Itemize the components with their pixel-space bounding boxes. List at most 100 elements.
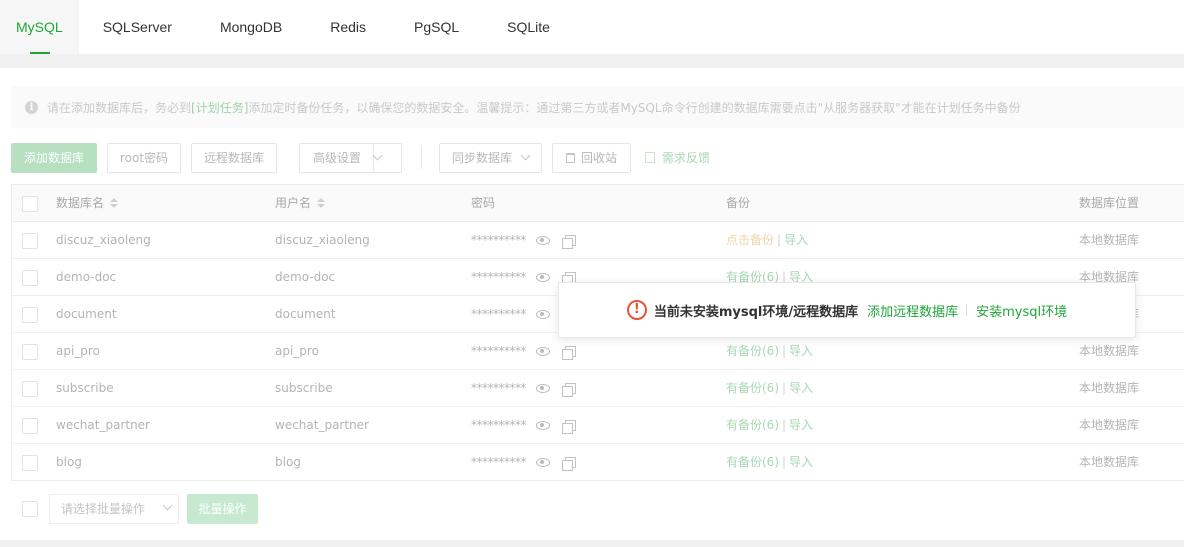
info-icon: i bbox=[25, 100, 38, 114]
backup-link[interactable]: 有备份(6) bbox=[726, 344, 779, 358]
recycle-bin-label: 回收站 bbox=[580, 151, 617, 165]
row-checkbox[interactable] bbox=[22, 233, 38, 249]
db-user: demo-doc bbox=[275, 270, 336, 284]
db-location: 本地数据库 bbox=[1079, 455, 1140, 469]
row-checkbox[interactable] bbox=[22, 418, 38, 434]
tab-redis[interactable]: Redis bbox=[306, 0, 390, 54]
add-remote-db-link[interactable]: 添加远程数据库 bbox=[867, 301, 958, 320]
advanced-settings-label: 高级设置 bbox=[313, 151, 362, 165]
tab-mongodb[interactable]: MongoDB bbox=[196, 0, 306, 54]
table-row: wechat_partner wechat_partner ********** 有备… bbox=[12, 407, 1184, 444]
header-name[interactable]: 数据库名 bbox=[56, 185, 119, 222]
backup-link[interactable]: 有备份(6) bbox=[726, 381, 779, 395]
link-separator: | bbox=[782, 418, 787, 432]
tab-mysql[interactable]: MySQL bbox=[0, 0, 79, 54]
recycle-bin-button[interactable]: 回收站 bbox=[552, 143, 631, 173]
copy-icon[interactable] bbox=[562, 383, 576, 397]
eye-icon[interactable] bbox=[536, 310, 550, 319]
copy-icon[interactable] bbox=[562, 420, 576, 434]
db-user: wechat_partner bbox=[275, 418, 369, 432]
copy-icon[interactable] bbox=[562, 457, 576, 471]
import-link[interactable]: 导入 bbox=[789, 455, 813, 469]
link-separator: | bbox=[782, 344, 787, 358]
backup-link[interactable]: 有备份(6) bbox=[726, 418, 779, 432]
db-location: 本地数据库 bbox=[1079, 233, 1140, 247]
row-checkbox[interactable] bbox=[22, 344, 38, 360]
batch-operations: 请选择批量操作 批量操作 bbox=[11, 494, 411, 524]
tab-sqlite[interactable]: SQLite bbox=[483, 0, 574, 54]
db-user: api_pro bbox=[275, 344, 319, 358]
sort-icon bbox=[110, 197, 119, 208]
db-name: wechat_partner bbox=[56, 418, 150, 432]
link-separator: | bbox=[777, 233, 782, 247]
sync-database-button[interactable]: 同步数据库 bbox=[439, 143, 542, 173]
cron-task-link[interactable]: [计划任务] bbox=[191, 99, 248, 116]
db-password: ********** bbox=[471, 381, 527, 395]
db-name: blog bbox=[56, 455, 82, 469]
table-row: api_pro api_pro ********** 有备份(6) | 导入 本地数据库 bbox=[12, 333, 1184, 370]
import-link[interactable]: 导入 bbox=[789, 381, 813, 395]
eye-icon[interactable] bbox=[536, 421, 550, 430]
table-row: subscribe subscribe ********** 有备份(6) | 导入 本地数… bbox=[12, 370, 1184, 407]
link-separator: | bbox=[782, 381, 787, 395]
notice-prefix: 请在添加数据库后，务必到 bbox=[47, 100, 192, 115]
toolbar-divider bbox=[421, 147, 422, 169]
link-separator: | bbox=[782, 455, 787, 469]
header-password: 密码 bbox=[471, 196, 496, 210]
db-name: document bbox=[56, 307, 117, 321]
sync-database-label: 同步数据库 bbox=[452, 151, 513, 165]
eye-icon[interactable] bbox=[536, 273, 550, 282]
header-backup: 备份 bbox=[726, 196, 751, 210]
notice-suffix: 添加定时备份任务，以确保您的数据安全。温馨提示：通过第三方或者MySQL命令行创… bbox=[248, 100, 1021, 115]
feedback-link[interactable]: 需求反馈 bbox=[645, 143, 710, 173]
eye-icon[interactable] bbox=[536, 458, 550, 467]
copy-icon[interactable] bbox=[562, 346, 576, 360]
eye-icon[interactable] bbox=[536, 347, 550, 356]
db-location: 本地数据库 bbox=[1079, 344, 1140, 358]
row-checkbox[interactable] bbox=[22, 455, 38, 471]
row-checkbox[interactable] bbox=[22, 381, 38, 397]
footer-select-all-checkbox[interactable] bbox=[22, 501, 38, 517]
edit-icon bbox=[645, 152, 655, 163]
warning-icon: ! bbox=[626, 300, 647, 320]
eye-icon[interactable] bbox=[536, 384, 550, 393]
tab-pgsql[interactable]: PgSQL bbox=[390, 0, 483, 54]
remote-database-button[interactable]: 远程数据库 bbox=[191, 143, 277, 173]
db-user: blog bbox=[275, 455, 301, 469]
advanced-settings-button[interactable]: 高级设置 bbox=[299, 143, 402, 173]
header-name-label: 数据库名 bbox=[56, 196, 105, 210]
env-missing-popup: ! 当前未安装mysql环境/远程数据库 添加远程数据库 安装mysql环境 bbox=[558, 282, 1136, 338]
db-type-tabs: MySQL SQLServer MongoDB Redis PgSQL SQLi… bbox=[0, 0, 1184, 54]
db-name: subscribe bbox=[56, 381, 114, 395]
select-all-checkbox[interactable] bbox=[22, 196, 38, 212]
db-user: subscribe bbox=[275, 381, 333, 395]
db-password: ********** bbox=[471, 418, 527, 432]
db-password: ********** bbox=[471, 344, 527, 358]
batch-operation-button[interactable]: 批量操作 bbox=[187, 494, 258, 524]
batch-operation-select[interactable]: 请选择批量操作 bbox=[49, 494, 179, 524]
install-mysql-link[interactable]: 安装mysql环境 bbox=[976, 301, 1067, 320]
eye-icon[interactable] bbox=[536, 236, 550, 245]
backup-link[interactable]: 点击备份 bbox=[726, 233, 774, 247]
tab-sqlserver[interactable]: SQLServer bbox=[79, 0, 196, 54]
db-user: discuz_xiaoleng bbox=[275, 233, 370, 247]
notice-bar: i 请在添加数据库后，务必到 [计划任务] 添加定时备份任务，以确保您的数据安全。温… bbox=[11, 86, 1184, 128]
import-link[interactable]: 导入 bbox=[789, 418, 813, 432]
copy-icon[interactable] bbox=[562, 235, 576, 249]
db-location: 本地数据库 bbox=[1079, 418, 1140, 432]
table-row: discuz_xiaoleng discuz_xiaoleng **********… bbox=[12, 222, 1184, 259]
table-header: 数据库名 用户名 密码 备份 数据库位置 bbox=[12, 185, 1184, 222]
popup-message: 当前未安装mysql环境/远程数据库 bbox=[653, 304, 859, 320]
backup-link[interactable]: 有备份(6) bbox=[726, 455, 779, 469]
header-user[interactable]: 用户名 bbox=[275, 185, 326, 222]
root-password-button[interactable]: root密码 bbox=[107, 143, 181, 173]
add-database-button[interactable]: 添加数据库 bbox=[11, 143, 97, 173]
header-location: 数据库位置 bbox=[1079, 196, 1140, 210]
row-checkbox[interactable] bbox=[22, 307, 38, 323]
chevron-down-icon bbox=[520, 150, 531, 161]
db-name: discuz_xiaoleng bbox=[56, 233, 151, 247]
import-link[interactable]: 导入 bbox=[789, 344, 813, 358]
advanced-dropdown-caret[interactable] bbox=[372, 144, 401, 172]
import-link[interactable]: 导入 bbox=[784, 233, 808, 247]
row-checkbox[interactable] bbox=[22, 270, 38, 286]
